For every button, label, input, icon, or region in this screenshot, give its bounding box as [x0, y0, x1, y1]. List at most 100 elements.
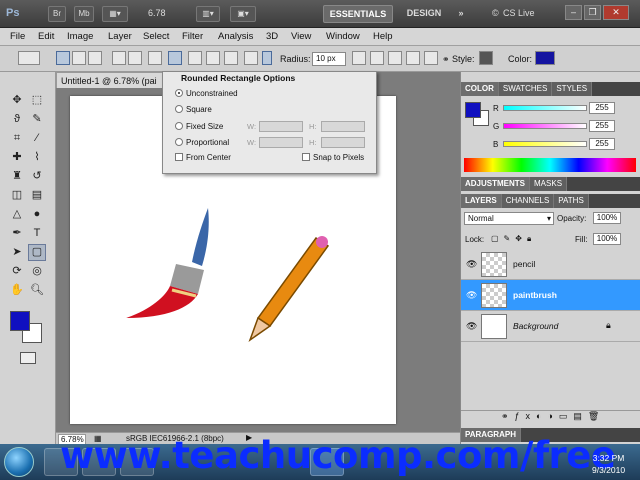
menu-3d[interactable]: 3D [266, 31, 278, 42]
subtract-shape-icon[interactable] [388, 51, 402, 65]
menu-analysis[interactable]: Analysis [218, 31, 253, 42]
menu-help[interactable]: Help [373, 31, 393, 42]
rounded-rectangle-tool-icon[interactable]: ▢ [28, 244, 46, 261]
style-picker[interactable] [479, 51, 493, 65]
line-icon[interactable] [224, 51, 238, 65]
path-select-icon[interactable]: ➤ [8, 244, 26, 261]
move-tool-icon[interactable]: ✥ [8, 92, 26, 109]
ellipse-icon[interactable] [188, 51, 202, 65]
hand-tool-icon[interactable]: ✋ [8, 282, 26, 299]
new-shape-layer-icon[interactable] [352, 51, 366, 65]
g-value[interactable]: 255 [589, 120, 615, 132]
menu-image[interactable]: Image [67, 31, 93, 42]
layer-row-paintbrush[interactable]: 👁︎ paintbrush [461, 280, 640, 311]
workspace-essentials[interactable]: ESSENTIALS [323, 5, 393, 23]
r-value[interactable]: 255 [589, 102, 615, 114]
fill-value[interactable]: 100% [593, 233, 621, 245]
eraser-icon[interactable]: ◫ [8, 187, 26, 204]
tab-adjustments[interactable]: ADJUSTMENTS [461, 177, 531, 191]
rectangle-shape-icon[interactable] [148, 51, 162, 65]
unconstrained-radio[interactable] [175, 89, 183, 97]
visibility-eye-icon[interactable]: 👁︎ [466, 259, 477, 270]
rounded-rectangle-icon[interactable] [168, 51, 182, 65]
tool-preset-picker[interactable] [18, 51, 40, 65]
type-tool-icon[interactable]: T [28, 225, 46, 242]
quick-mask-icon[interactable] [20, 352, 36, 364]
square-radio[interactable] [175, 105, 183, 113]
quick-select-icon[interactable]: ✎ [28, 111, 46, 128]
polygon-icon[interactable] [206, 51, 220, 65]
menu-edit[interactable]: Edit [38, 31, 54, 42]
color-spectrum[interactable] [464, 158, 636, 172]
bridge-button[interactable]: Br [48, 6, 66, 22]
geometry-options-arrow[interactable] [262, 51, 272, 65]
cs-live-icon[interactable]: © [492, 8, 499, 18]
snap-to-pixels-checkbox[interactable] [302, 153, 310, 161]
tab-masks[interactable]: MASKS [530, 177, 568, 191]
visibility-eye-icon[interactable]: 👁︎ [466, 290, 477, 301]
screen-mode-button[interactable]: ▣▾ [230, 6, 256, 22]
start-button[interactable] [4, 447, 34, 477]
zoom-level[interactable]: 6.78 [148, 8, 166, 18]
freeform-pen-icon[interactable] [128, 51, 142, 65]
shape-layers-icon[interactable] [56, 51, 70, 65]
tab-styles[interactable]: STYLES [552, 82, 593, 96]
intersect-shape-icon[interactable] [406, 51, 420, 65]
layer-actions-bar[interactable]: ⚭ƒx◐◑▭▤🗑︎ [461, 410, 640, 424]
menu-window[interactable]: Window [326, 31, 360, 42]
fixed-height-field[interactable] [321, 121, 365, 132]
lasso-tool-icon[interactable]: ϑ [8, 111, 26, 128]
custom-shape-icon[interactable] [244, 51, 258, 65]
color-swatch[interactable] [535, 51, 555, 65]
more-workspaces[interactable]: » [452, 5, 470, 23]
blend-mode-select[interactable]: Normal ▾ [464, 212, 554, 225]
layer-name[interactable]: pencil [513, 259, 535, 269]
document-tab[interactable]: Untitled-1 @ 6.78% (pai [56, 72, 166, 88]
arrange-documents-button[interactable]: ▥▾ [196, 6, 220, 22]
g-slider[interactable] [503, 123, 587, 129]
foreground-color[interactable] [10, 311, 30, 331]
menu-view[interactable]: View [291, 31, 311, 42]
tab-color[interactable]: COLOR [461, 82, 499, 96]
pen-icon[interactable]: ✒ [8, 225, 26, 242]
b-value[interactable]: 255 [589, 138, 615, 150]
tab-swatches[interactable]: SWATCHES [498, 82, 553, 96]
marquee-tool-icon[interactable]: ⬚ [28, 92, 46, 109]
proportional-height-field[interactable] [321, 137, 365, 148]
eyedropper-icon[interactable]: ⁄ [28, 130, 46, 147]
history-brush-icon[interactable]: ↺ [28, 168, 46, 185]
tab-paths[interactable]: PATHS [554, 194, 589, 208]
crop-tool-icon[interactable]: ⌗ [8, 130, 26, 147]
3d-orbit-icon[interactable]: ◎ [28, 263, 46, 280]
blur-icon[interactable]: △ [8, 206, 26, 223]
3d-rotate-icon[interactable]: ⟳ [8, 263, 26, 280]
minimize-button[interactable]: – [565, 5, 582, 20]
radius-input[interactable]: 10 px [312, 52, 346, 66]
lock-icons[interactable]: ▢✎✥🔒︎ [491, 234, 536, 244]
menu-file[interactable]: File [10, 31, 25, 42]
color-panel-foreground[interactable] [465, 102, 481, 118]
dodge-icon[interactable]: ● [28, 206, 46, 223]
menu-layer[interactable]: Layer [108, 31, 132, 42]
gradient-icon[interactable]: ▤ [28, 187, 46, 204]
layer-name[interactable]: paintbrush [513, 290, 557, 300]
opacity-value[interactable]: 100% [593, 212, 621, 224]
fill-pixels-icon[interactable] [88, 51, 102, 65]
layer-name[interactable]: Background [513, 321, 558, 331]
mini-bridge-button[interactable]: Mb [74, 6, 94, 22]
healing-brush-icon[interactable]: ✚ [8, 149, 26, 166]
add-to-shape-icon[interactable] [370, 51, 384, 65]
r-slider[interactable] [503, 105, 587, 111]
tab-channels[interactable]: CHANNELS [501, 194, 555, 208]
b-slider[interactable] [503, 141, 587, 147]
layer-row-background[interactable]: 👁︎ Background 🔒︎ [461, 311, 640, 342]
layer-row-pencil[interactable]: 👁︎ pencil [461, 249, 640, 280]
clone-stamp-icon[interactable]: ♜ [8, 168, 26, 185]
cs-live[interactable]: CS Live [503, 8, 535, 18]
brush-tool-icon[interactable]: ⌇ [28, 149, 46, 166]
visibility-eye-icon[interactable]: 👁︎ [466, 321, 477, 332]
link-icon[interactable]: ⚭ [442, 54, 450, 65]
pen-tool-icon[interactable] [112, 51, 126, 65]
paths-icon[interactable] [72, 51, 86, 65]
fixed-width-field[interactable] [259, 121, 303, 132]
